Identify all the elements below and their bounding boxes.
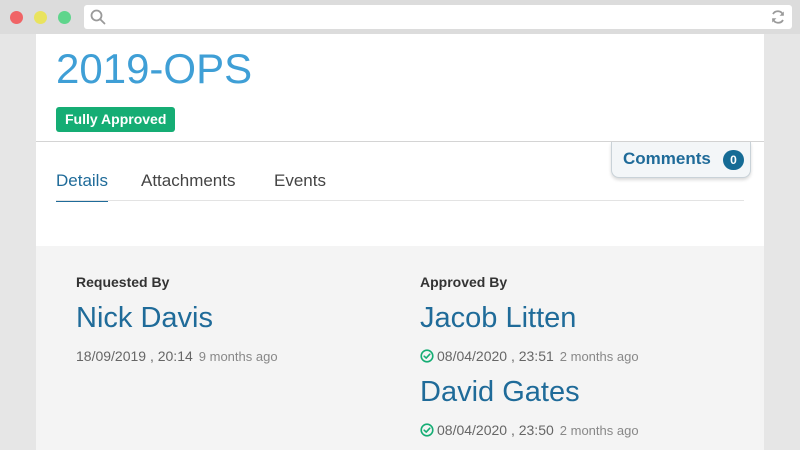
approver-ago: 2 months ago xyxy=(559,423,639,438)
requester-name[interactable]: Nick Davis xyxy=(76,302,213,335)
approved-by-heading: Approved By xyxy=(420,274,508,290)
requested-by-heading: Requested By xyxy=(76,274,170,290)
reload-icon[interactable] xyxy=(770,9,786,25)
page-title: 2019-OPS xyxy=(56,45,253,92)
tab-attachments[interactable]: Attachments xyxy=(141,171,236,191)
search-icon xyxy=(90,9,106,25)
record-page: 2019-OPS Fully Approved Comments 0 Detai… xyxy=(36,34,764,450)
window-close-button[interactable] xyxy=(10,11,23,24)
approver-name[interactable]: David Gates xyxy=(420,376,580,409)
address-bar[interactable] xyxy=(84,5,792,29)
approver-timestamp: 08/04/2020 , 23:51 xyxy=(437,348,554,364)
approver-datetime: 08/04/2020 , 23:50 2 months ago xyxy=(420,422,639,438)
window-maximize-button[interactable] xyxy=(58,11,71,24)
approver-timestamp: 08/04/2020 , 23:50 xyxy=(437,422,554,438)
comments-label: Comments xyxy=(623,149,711,168)
approver-ago: 2 months ago xyxy=(559,349,639,364)
requested-ago: 9 months ago xyxy=(198,349,278,364)
tab-events[interactable]: Events xyxy=(274,171,326,191)
approver-name[interactable]: Jacob Litten xyxy=(420,302,576,335)
browser-chrome xyxy=(0,0,800,34)
approver-datetime: 08/04/2020 , 23:51 2 months ago xyxy=(420,348,639,364)
status-badge: Fully Approved xyxy=(56,107,176,132)
details-panel: Requested By Nick Davis 18/09/2019 , 20:… xyxy=(36,246,764,450)
tabs-divider xyxy=(56,200,744,201)
requested-timestamp: 18/09/2019 , 20:14 xyxy=(76,348,193,364)
comments-button[interactable]: Comments 0 xyxy=(611,142,751,178)
window-minimize-button[interactable] xyxy=(34,11,47,24)
tab-details[interactable]: Details xyxy=(56,171,108,202)
check-circle-icon xyxy=(420,349,434,363)
comments-count-badge: 0 xyxy=(723,150,744,170)
requested-datetime: 18/09/2019 , 20:14 9 months ago xyxy=(76,348,278,364)
check-circle-icon xyxy=(420,423,434,437)
